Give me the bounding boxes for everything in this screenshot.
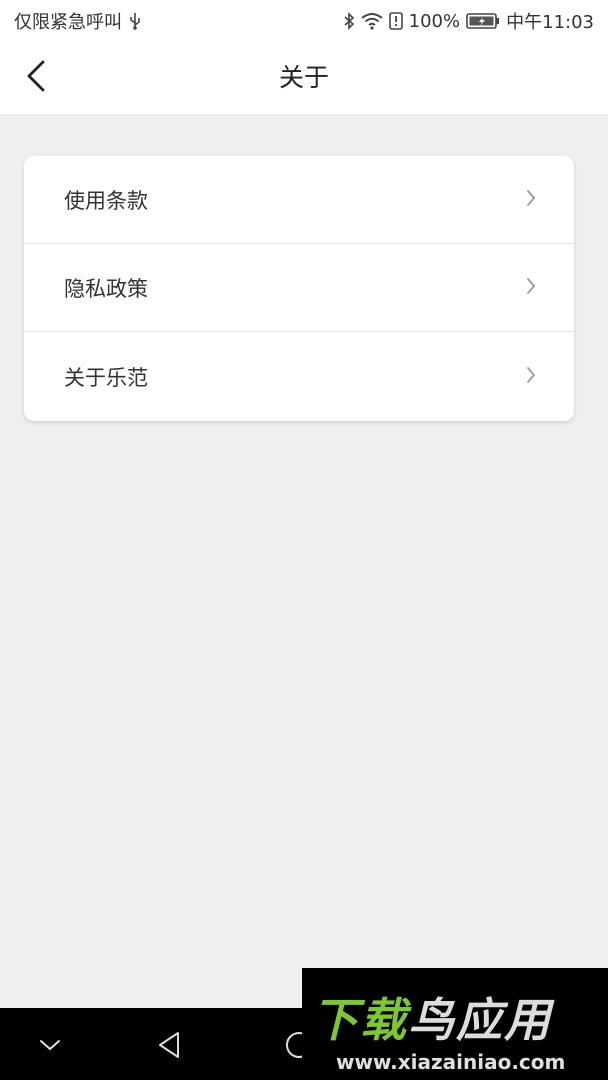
battery-icon	[466, 12, 500, 30]
watermark-title-rest: 鸟应用	[408, 993, 552, 1047]
menu-card: 使用条款 隐私政策 关于乐范	[24, 156, 574, 421]
watermark-title: 下载鸟应用	[312, 984, 602, 1050]
status-left: 仅限紧急呼叫	[0, 8, 142, 34]
menu-item-label: 关于乐范	[64, 365, 148, 390]
page-title: 关于	[278, 63, 329, 92]
menu-item-about[interactable]: 关于乐范	[24, 332, 574, 421]
chevron-right-icon	[526, 366, 536, 388]
battery-text: 100%	[408, 10, 461, 32]
menu-item-label: 使用条款	[64, 188, 148, 213]
watermark-url: www.xiazainiao.com	[336, 1050, 566, 1074]
bluetooth-icon	[343, 12, 355, 30]
header: 关于	[0, 42, 608, 114]
status-bar: 仅限紧急呼叫 100% 中午11:03	[0, 0, 608, 42]
usb-icon	[128, 12, 142, 30]
clock: 中午11:03	[506, 12, 594, 33]
carrier-text: 仅限紧急呼叫	[14, 12, 122, 33]
menu-item-terms[interactable]: 使用条款	[24, 156, 574, 244]
back-button[interactable]	[14, 56, 58, 100]
menu-item-label: 隐私政策	[64, 276, 148, 301]
watermark-logo: 下载鸟应用 www.xiazainiao.com	[302, 968, 608, 1080]
chevron-left-icon	[24, 58, 48, 98]
alert-icon	[388, 12, 403, 30]
wifi-icon	[361, 12, 383, 30]
back-triangle-icon[interactable]	[152, 1028, 186, 1062]
chevron-right-icon	[526, 189, 536, 211]
chevron-down-icon[interactable]	[33, 1028, 67, 1062]
status-right: 100% 中午11:03	[343, 8, 608, 34]
page: 仅限紧急呼叫 100% 中午11:03 关于 使用条款 隐私政策 关于乐范 下载…	[0, 0, 608, 1080]
menu-item-privacy[interactable]: 隐私政策	[24, 244, 574, 332]
watermark-title-first: 下载	[312, 993, 408, 1047]
chevron-right-icon	[526, 277, 536, 299]
